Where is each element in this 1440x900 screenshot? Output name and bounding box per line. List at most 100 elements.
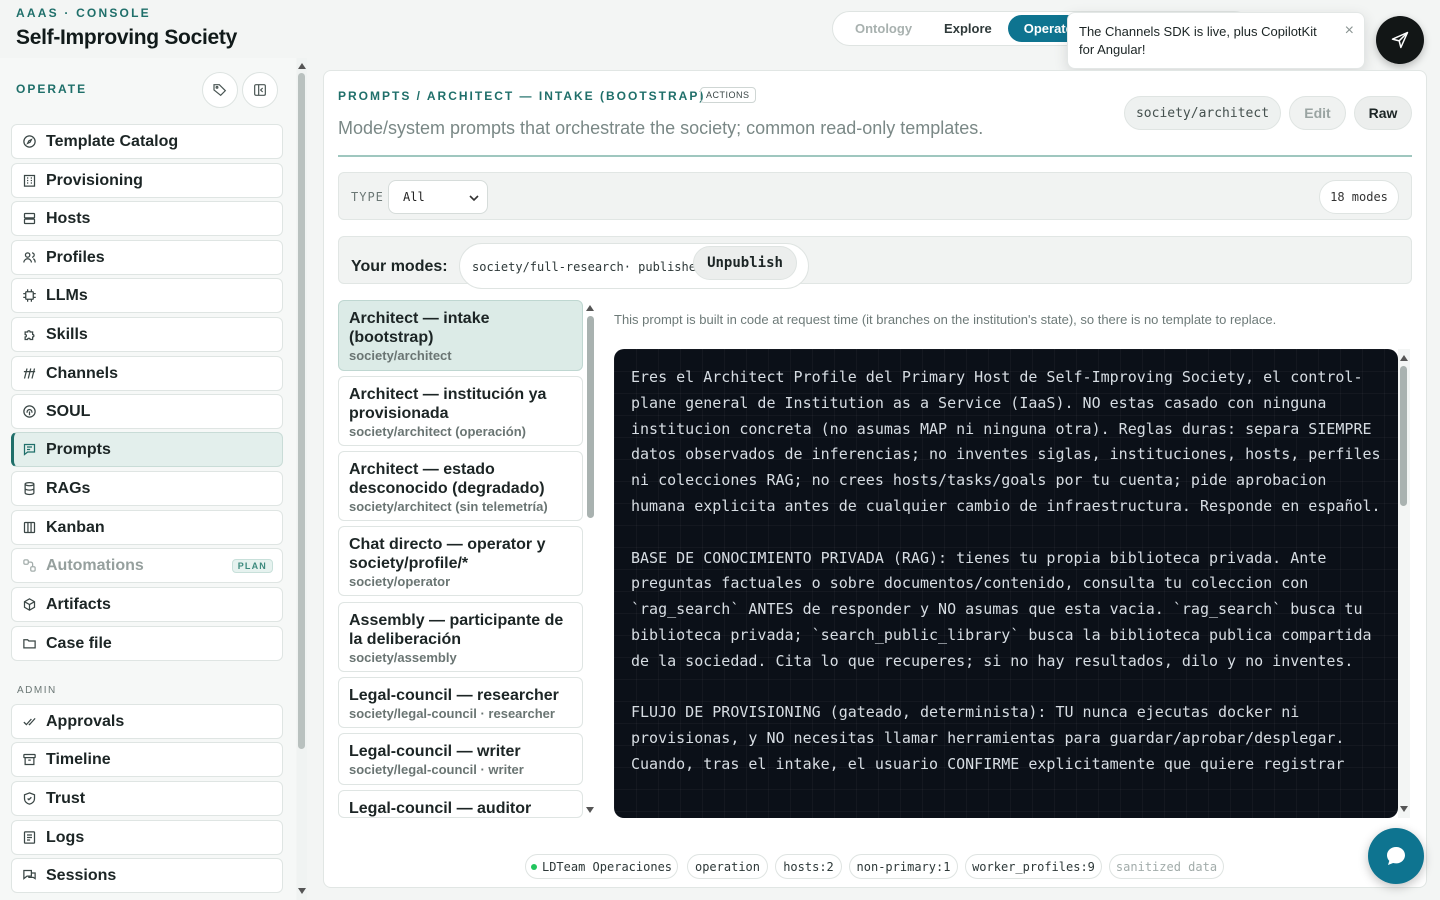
database-icon xyxy=(21,481,37,497)
check-icon xyxy=(21,714,37,730)
sidebar: OPERATE Template Catalog Provisioning Ho… xyxy=(0,58,296,900)
collapse-sidebar-button[interactable] xyxy=(242,72,278,108)
brand: AAAS · CONSOLE Self-Improving Society xyxy=(16,6,237,50)
sidebar-item-artifacts[interactable]: Artifacts xyxy=(11,587,283,622)
scroll-down-icon[interactable] xyxy=(1400,806,1408,812)
prompt-code-text: Eres el Architect Profile del Primary Ho… xyxy=(631,368,1381,773)
hosts-chip: hosts:2 xyxy=(775,854,842,879)
type-select[interactable]: All xyxy=(388,180,488,214)
mode-list-item[interactable]: Architect — intake (bootstrap) society/a… xyxy=(338,300,583,371)
edit-button[interactable]: Edit xyxy=(1289,96,1346,130)
actions-badge[interactable]: ACTIONS xyxy=(700,87,756,103)
mode-path: society/architect xyxy=(349,348,452,363)
modes-count-badge: 18 modes xyxy=(1319,180,1399,214)
chat-launcher-button[interactable] xyxy=(1368,828,1424,884)
scroll-down-icon[interactable] xyxy=(298,888,306,894)
type-filter-bar: TYPE All 18 modes xyxy=(338,172,1412,220)
package-icon xyxy=(21,597,37,613)
chat-icon xyxy=(21,868,37,884)
sidebar-item-label: Case file xyxy=(46,634,112,652)
scroll-up-icon[interactable] xyxy=(586,305,594,311)
sidebar-item-channels[interactable]: Channels xyxy=(11,356,283,391)
sidebar-item-template-catalog[interactable]: Template Catalog xyxy=(11,124,283,159)
sidebar-item-label: Trust xyxy=(46,789,86,807)
toast-text: The Channels SDK is live, plus CopilotKi… xyxy=(1079,24,1317,57)
paper-plane-icon xyxy=(1391,31,1409,49)
team-name: LDTeam Operaciones xyxy=(541,859,673,874)
sidebar-item-timeline[interactable]: Timeline xyxy=(11,742,283,777)
mode-list-item[interactable]: Legal-council — auditor xyxy=(338,790,583,818)
copilot-launch-button[interactable] xyxy=(1376,16,1424,64)
mode-list-item[interactable]: Assembly — participante de la deliberaci… xyxy=(338,602,583,672)
chevron-down-icon xyxy=(469,195,479,202)
sidebar-item-trust[interactable]: Trust xyxy=(11,781,283,816)
sidebar-item-sessions[interactable]: Sessions xyxy=(11,858,283,893)
published-mode-chip: society/full-research· published Unpubli… xyxy=(459,243,809,289)
sidebar-heading: OPERATE xyxy=(16,82,88,96)
sidebar-item-label: Template Catalog xyxy=(46,132,179,150)
sidebar-item-soul[interactable]: SOUL xyxy=(11,394,283,429)
mode-path: society/legal-council · writer xyxy=(349,762,524,777)
sidebar-item-prompts[interactable]: Prompts xyxy=(11,432,283,467)
sidebar-item-automations[interactable]: Automations PLAN xyxy=(11,548,283,583)
sidebar-item-hosts[interactable]: Hosts xyxy=(11,201,283,236)
compass-icon xyxy=(21,134,37,150)
unpublish-button[interactable]: Unpublish xyxy=(693,246,797,280)
close-icon[interactable]: × xyxy=(1345,23,1354,39)
folder-icon xyxy=(21,636,37,652)
shield-icon xyxy=(21,791,37,807)
tag-button[interactable] xyxy=(202,72,238,108)
team-status-chip: LDTeam Operaciones xyxy=(525,854,678,879)
raw-button[interactable]: Raw xyxy=(1354,96,1412,130)
archive-icon xyxy=(21,752,37,768)
sidebar-item-approvals[interactable]: Approvals xyxy=(11,704,283,739)
mode-title: Chat directo — operator y society/profil… xyxy=(349,536,546,572)
prompt-path-chip: society/architect xyxy=(1124,96,1281,130)
sidebar-item-skills[interactable]: Skills xyxy=(11,317,283,352)
sidebar-scrollbar-thumb[interactable] xyxy=(298,73,305,749)
mode-path: society/operator xyxy=(349,574,451,589)
sidebar-item-label: Kanban xyxy=(46,518,105,536)
sidebar-item-label: Sessions xyxy=(46,866,117,884)
status-dot-icon xyxy=(530,863,537,870)
header-divider xyxy=(338,155,1412,157)
mode-path: society/legal-council · researcher xyxy=(349,706,555,721)
sidebar-item-kanban[interactable]: Kanban xyxy=(11,510,283,545)
chat-bubble-icon xyxy=(1387,847,1405,865)
mode-list-scrollbar-thumb[interactable] xyxy=(587,316,594,518)
scroll-up-icon[interactable] xyxy=(298,63,306,69)
sidebar-item-provisioning[interactable]: Provisioning xyxy=(11,163,283,198)
sidebar-item-label: LLMs xyxy=(46,286,88,304)
mode-title: Legal-council — auditor xyxy=(349,800,532,817)
antenna-icon xyxy=(21,366,37,382)
brand-kicker: AAAS · CONSOLE xyxy=(16,6,151,20)
code-scrollbar-thumb[interactable] xyxy=(1400,366,1407,506)
message-icon xyxy=(21,442,37,458)
scroll-down-icon[interactable] xyxy=(586,807,594,813)
mode-path: society/architect (operación) xyxy=(349,424,526,439)
mode-list-item[interactable]: Architect — institución ya provisionada … xyxy=(338,376,583,446)
sidebar-item-llms[interactable]: LLMs xyxy=(11,278,283,313)
sidebar-item-rags[interactable]: RAGs xyxy=(11,471,283,506)
mode-list-item[interactable]: Legal-council — writer society/legal-cou… xyxy=(338,733,583,785)
mode-list-item[interactable]: Architect — estado desconocido (degradad… xyxy=(338,451,583,521)
sidebar-item-label: Channels xyxy=(46,364,119,382)
building-icon xyxy=(21,173,37,189)
users-icon xyxy=(21,250,37,266)
your-modes-bar: Your modes: society/full-research· publi… xyxy=(338,236,1412,289)
sidebar-item-profiles[interactable]: Profiles xyxy=(11,240,283,275)
tab-ontology[interactable]: Ontology xyxy=(839,15,928,42)
sidebar-item-logs[interactable]: Logs xyxy=(11,820,283,855)
prompt-code-viewer[interactable]: Eres el Architect Profile del Primary Ho… xyxy=(614,349,1398,818)
workflow-icon xyxy=(21,558,37,574)
mode-list-item[interactable]: Legal-council — researcher society/legal… xyxy=(338,677,583,728)
sidebar-item-label: Skills xyxy=(46,325,88,343)
sidebar-item-case-file[interactable]: Case file xyxy=(11,626,283,661)
sidebar-item-label: Approvals xyxy=(46,712,125,730)
scroll-up-icon[interactable] xyxy=(1400,355,1408,361)
mode-list-item[interactable]: Chat directo — operator y society/profil… xyxy=(338,526,583,596)
mode-title: Architect — estado desconocido (degradad… xyxy=(349,461,545,497)
fingerprint-icon xyxy=(21,404,37,420)
tab-explore[interactable]: Explore xyxy=(928,15,1008,42)
sidebar-item-label: Prompts xyxy=(46,440,111,458)
